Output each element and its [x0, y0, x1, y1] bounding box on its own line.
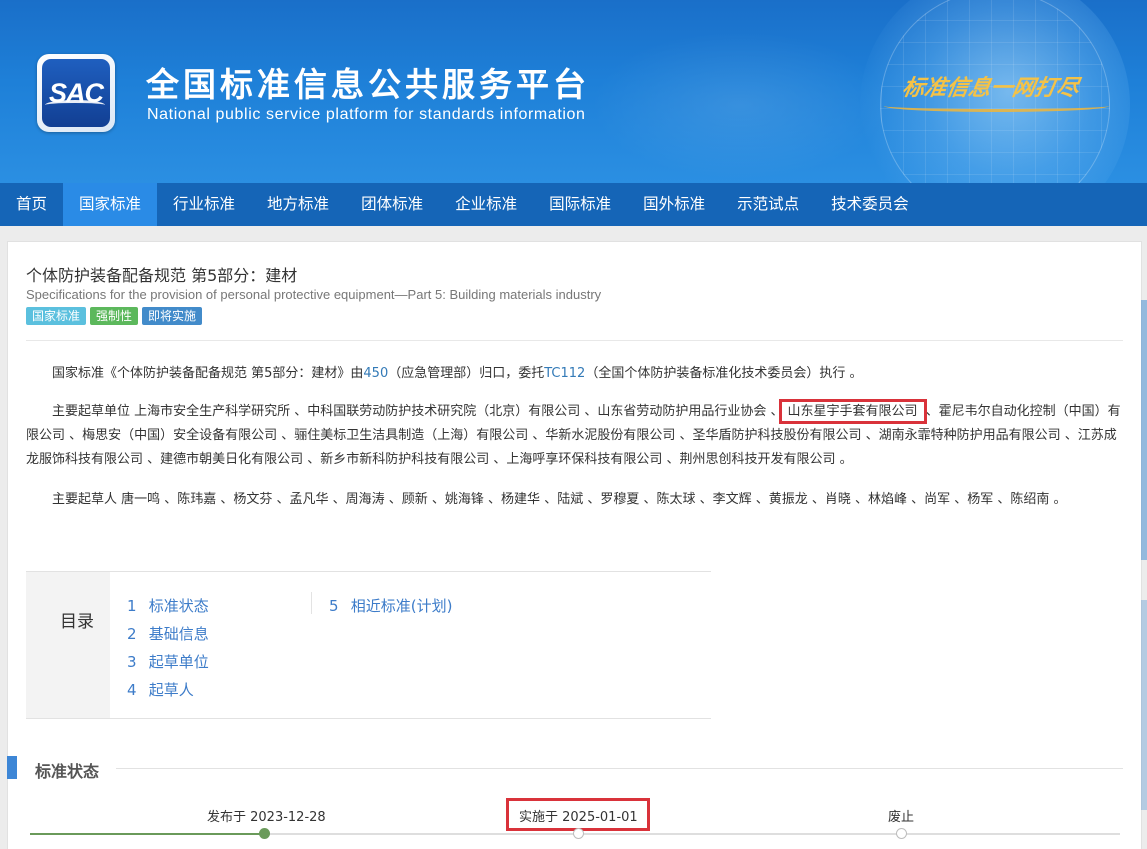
nav-local-standards[interactable]: 地方标准 [251, 183, 345, 226]
timeline-label-abolished: 废止 [888, 810, 915, 825]
toc-item-related-standards[interactable]: 5 相近标准(计划) [329, 592, 453, 620]
timeline-dot-abolished [896, 828, 907, 839]
site-subtitle: National public service platform for sta… [147, 106, 586, 123]
sac-logo[interactable]: SAC [37, 54, 115, 132]
toc-column-1: 1 标准状态 2 基础信息 3 起草单位 4 起草人 [127, 592, 209, 704]
title-divider [26, 340, 1123, 341]
toc-item-drafting-units[interactable]: 3 起草单位 [127, 648, 209, 676]
site-title: 全国标准信息公共服务平台 [146, 65, 590, 104]
nav-industry-standards[interactable]: 行业标准 [157, 183, 251, 226]
toc-label-box: 目录 [26, 572, 110, 718]
site-header: SAC 全国标准信息公共服务平台 National public service… [0, 0, 1147, 183]
intro-paragraph-governance: 国家标准《个体防护装备配备规范 第5部分：建材》由450（应急管理部）归口，委托… [52, 366, 863, 381]
timeline-dot-published [259, 828, 270, 839]
standard-title-en: Specifications for the provision of pers… [26, 287, 602, 302]
slogan-swoosh-icon [884, 100, 1109, 112]
nav-international-standards[interactable]: 国际标准 [533, 183, 627, 226]
timeline-progress [30, 833, 264, 835]
section-accent-bar [7, 756, 17, 779]
header-slogan: 标准信息一网打尽 [900, 75, 1081, 101]
toc-column-separator [311, 592, 312, 614]
nav-foreign-standards[interactable]: 国外标准 [627, 183, 721, 226]
highlight-box-effective-date [506, 798, 650, 831]
intro-paragraph-drafters: 主要起草人 唐一鸣 、陈玮嘉 、杨文芬 、孟凡华 、周海涛 、顾新 、姚海锋 、… [52, 492, 1067, 507]
toc-item-drafters[interactable]: 4 起草人 [127, 676, 209, 704]
toc-column-2: 5 相近标准(计划) [329, 592, 453, 620]
sac-logo-text: SAC [42, 59, 110, 127]
toc-item-basic-info[interactable]: 2 基础信息 [127, 620, 209, 648]
logo-swoosh-icon [45, 100, 105, 110]
intro-paragraph-drafting-units: 主要起草单位 上海市安全生产科学研究所 、中科国联劳动防护技术研究院（北京）有限… [26, 399, 1121, 467]
nav-pilot-demo[interactable]: 示范试点 [721, 183, 815, 226]
nav-national-standards[interactable]: 国家标准 [63, 183, 158, 226]
toc-label: 目录 [60, 612, 94, 632]
header-map-decoration [590, 30, 890, 180]
nav-enterprise-standards[interactable]: 企业标准 [439, 183, 533, 226]
nav-home[interactable]: 首页 [0, 183, 63, 226]
content-card [7, 241, 1142, 849]
tag-mandatory: 强制性 [90, 307, 139, 325]
tag-national-standard: 国家标准 [26, 307, 87, 325]
standard-tags: 国家标准 强制性 即将实施 [26, 307, 203, 325]
side-scroll-indicator[interactable] [1141, 300, 1147, 560]
timeline-label-published: 发布于 2023-12-28 [207, 810, 326, 825]
nav-group-standards[interactable]: 团体标准 [345, 183, 439, 226]
section-title-line [116, 768, 1123, 769]
nav-technical-committees[interactable]: 技术委员会 [815, 183, 925, 226]
standard-title: 个体防护装备配备规范 第5部分：建材 [26, 266, 298, 285]
toc-item-standard-status[interactable]: 1 标准状态 [127, 592, 209, 620]
side-scroll-indicator-lower[interactable] [1141, 600, 1147, 810]
tag-upcoming: 即将实施 [142, 307, 203, 325]
section-title-standard-status: 标准状态 [35, 762, 100, 781]
link-tc112[interactable]: TC112 [544, 366, 585, 381]
table-of-contents: 目录 1 标准状态 2 基础信息 3 起草单位 4 起草人 5 相近标准(计划) [26, 571, 711, 719]
main-nav: 首页 国家标准 行业标准 地方标准 团体标准 企业标准 国际标准 国外标准 示范… [0, 183, 1147, 226]
link-tc-450[interactable]: 450 [363, 366, 388, 381]
highlighted-drafting-unit: 山东星宇手套有限公司 [778, 399, 927, 424]
timeline-dot-effective [573, 828, 584, 839]
